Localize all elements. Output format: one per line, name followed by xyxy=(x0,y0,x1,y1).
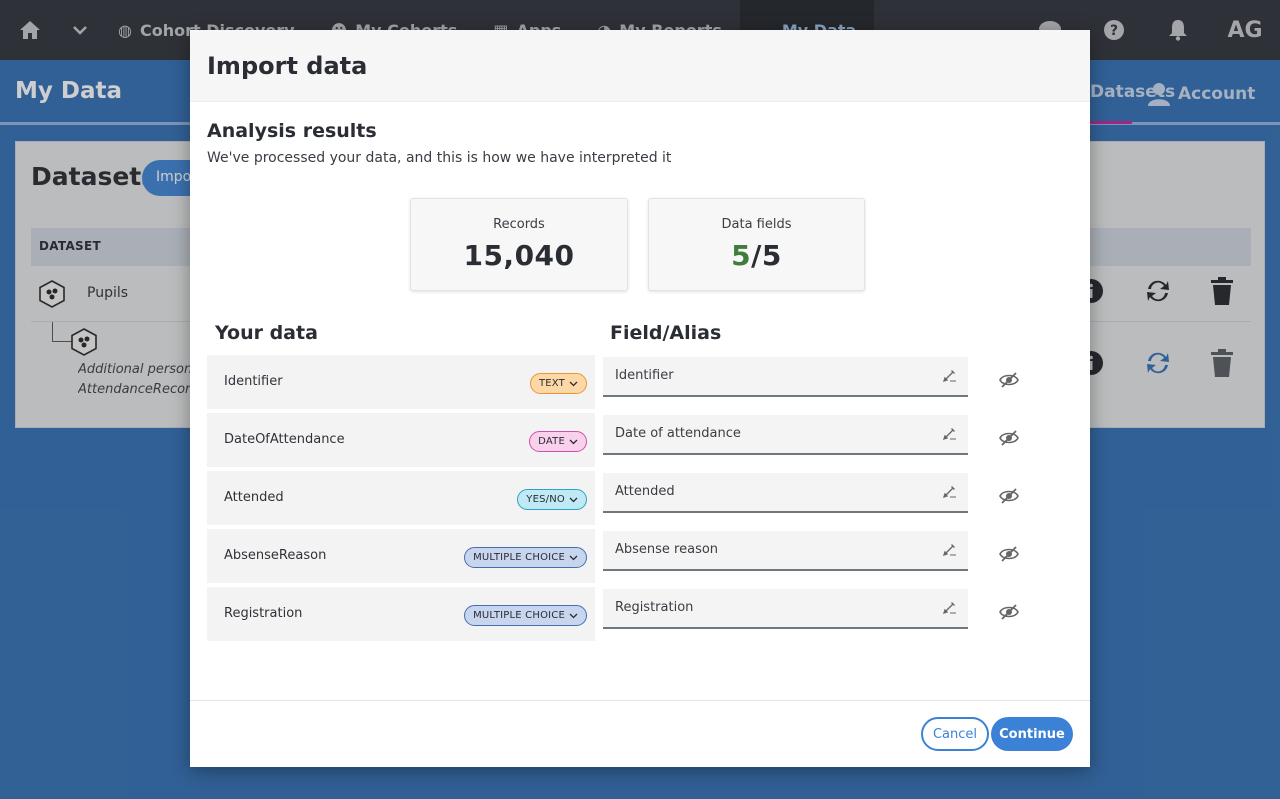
alias-value: Absense reason xyxy=(615,542,719,557)
type-dropdown[interactable]: YES/NO xyxy=(517,489,587,510)
type-dropdown[interactable]: DATE xyxy=(529,431,587,452)
data-fields-total: /5 xyxy=(751,239,782,272)
type-label: TEXT xyxy=(538,378,565,389)
type-dropdown[interactable]: TEXT xyxy=(529,373,587,394)
type-label: MULTIPLE CHOICE xyxy=(473,552,565,563)
alias-input[interactable]: Registration xyxy=(603,589,968,629)
visibility-off-icon[interactable] xyxy=(998,545,1020,563)
records-label: Records xyxy=(493,217,545,232)
records-card: Records 15,040 xyxy=(410,198,628,291)
pencil-icon[interactable] xyxy=(942,483,958,499)
alias-value: Date of attendance xyxy=(615,426,741,441)
chevron-down-icon xyxy=(569,613,578,618)
alias-input[interactable]: Absense reason xyxy=(603,531,968,571)
type-label: YES/NO xyxy=(526,494,565,505)
data-fields-found: 5 xyxy=(731,239,752,272)
continue-button[interactable]: Continue xyxy=(991,717,1073,751)
field-name: Attended xyxy=(224,490,284,505)
visibility-off-icon[interactable] xyxy=(998,429,1020,447)
visibility-off-icon[interactable] xyxy=(998,487,1020,505)
alias-value: Identifier xyxy=(615,368,674,383)
field-row-dateofattendance: DateOfAttendance DATE xyxy=(207,413,595,467)
chevron-down-icon xyxy=(569,555,578,560)
modal-title: Import data xyxy=(207,52,368,80)
alias-value: Attended xyxy=(615,484,675,499)
chevron-down-icon xyxy=(569,381,578,386)
field-name: Identifier xyxy=(224,374,283,389)
field-name: Registration xyxy=(224,606,303,621)
chevron-down-icon xyxy=(569,439,578,444)
visibility-off-icon[interactable] xyxy=(998,603,1020,621)
pencil-icon[interactable] xyxy=(942,367,958,383)
data-fields-card: Data fields 5/5 xyxy=(648,198,865,291)
type-label: DATE xyxy=(538,436,565,447)
analysis-title: Analysis results xyxy=(207,120,377,142)
field-row-identifier: Identifier TEXT xyxy=(207,355,595,409)
data-fields-value: 5/5 xyxy=(649,239,864,272)
your-data-heading: Your data xyxy=(215,322,318,344)
visibility-off-icon[interactable] xyxy=(998,371,1020,389)
field-name: DateOfAttendance xyxy=(224,432,345,447)
analysis-subtitle: We've processed your data, and this is h… xyxy=(207,150,672,166)
alias-input[interactable]: Identifier xyxy=(603,357,968,397)
pencil-icon[interactable] xyxy=(942,425,958,441)
cancel-button[interactable]: Cancel xyxy=(921,717,989,751)
data-fields-label: Data fields xyxy=(721,217,792,232)
field-row-attended: Attended YES/NO xyxy=(207,471,595,525)
alias-value: Registration xyxy=(615,600,694,615)
type-label: MULTIPLE CHOICE xyxy=(473,610,565,621)
type-dropdown[interactable]: MULTIPLE CHOICE xyxy=(464,605,587,626)
field-row-registration: Registration MULTIPLE CHOICE xyxy=(207,587,595,641)
field-name: AbsenseReason xyxy=(224,548,327,563)
modal-footer: Cancel Continue xyxy=(190,700,1090,767)
chevron-down-icon xyxy=(569,497,578,502)
alias-input[interactable]: Date of attendance xyxy=(603,415,968,455)
field-row-absensereason: AbsenseReason MULTIPLE CHOICE xyxy=(207,529,595,583)
field-alias-heading: Field/Alias xyxy=(610,322,722,344)
type-dropdown[interactable]: MULTIPLE CHOICE xyxy=(464,547,587,568)
pencil-icon[interactable] xyxy=(942,599,958,615)
pencil-icon[interactable] xyxy=(942,541,958,557)
alias-input[interactable]: Attended xyxy=(603,473,968,513)
records-value: 15,040 xyxy=(463,239,575,272)
import-data-modal: Import data Analysis results We've proce… xyxy=(190,30,1090,767)
